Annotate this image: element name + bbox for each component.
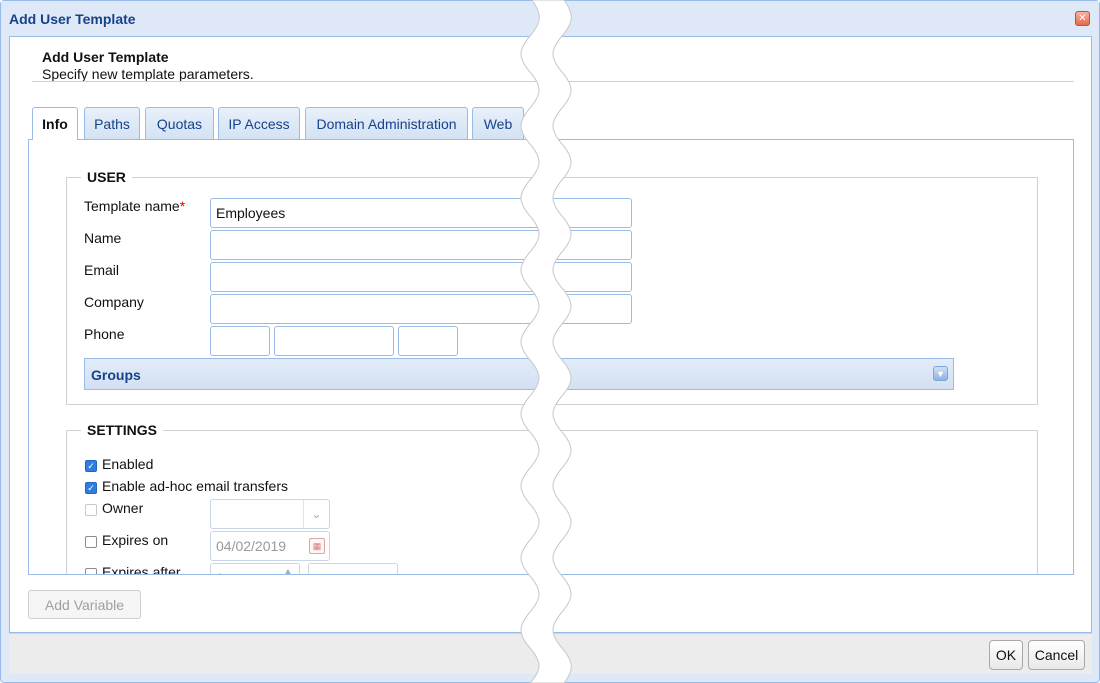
dialog-footer: OK Cancel <box>9 633 1092 674</box>
spinner-up-icon[interactable]: ▲ <box>277 564 299 574</box>
name-input[interactable] <box>210 230 632 260</box>
calendar-icon[interactable]: ▦ <box>309 538 325 554</box>
owner-checkbox[interactable] <box>85 504 97 516</box>
header-divider <box>32 81 1074 82</box>
chevron-down-icon[interactable]: ⌄ <box>303 500 329 528</box>
ok-button[interactable]: OK <box>989 640 1023 670</box>
expires-on-checkbox[interactable] <box>85 536 97 548</box>
adhoc-transfers-label: Enable ad-hoc email transfers <box>102 478 288 494</box>
template-name-label: Template name* <box>84 198 185 214</box>
adhoc-transfers-checkbox[interactable]: ✓ <box>85 482 97 494</box>
tab-ip-access[interactable]: IP Access <box>218 107 300 139</box>
check-icon: ✓ <box>87 460 95 471</box>
chevron-down-icon[interactable]: ▼ <box>933 366 948 381</box>
expires-on-value: 04/02/2019 <box>216 538 287 554</box>
page-subtitle: Specify new template parameters. <box>42 66 254 82</box>
groups-label: Groups <box>91 367 141 383</box>
enabled-label: Enabled <box>102 456 154 472</box>
required-marker: * <box>179 198 186 214</box>
tab-web[interactable]: Web <box>472 107 524 139</box>
close-icon: ✕ <box>1078 12 1087 24</box>
tab-content-info: USER Template name* Employees Name Email… <box>28 139 1074 575</box>
email-input[interactable] <box>210 262 632 292</box>
expires-on-label: Expires on <box>102 532 169 548</box>
expires-after-value: 1 <box>216 570 224 574</box>
name-label: Name <box>84 230 122 246</box>
settings-legend: SETTINGS <box>81 422 164 438</box>
check-icon: ✓ <box>87 482 95 493</box>
groups-panel-header[interactable]: Groups ▼ <box>84 358 954 390</box>
dialog-body: Add User Template Specify new template p… <box>9 36 1092 633</box>
tab-paths[interactable]: Paths <box>84 107 140 139</box>
tab-info[interactable]: Info <box>32 107 78 140</box>
expires-after-checkbox[interactable] <box>85 568 97 574</box>
expires-after-label: Expires after <box>102 564 181 575</box>
tab-quotas[interactable]: Quotas <box>145 107 214 139</box>
owner-label: Owner <box>102 500 144 516</box>
cancel-button[interactable]: Cancel <box>1028 640 1085 670</box>
template-name-input[interactable]: Employees <box>210 198 632 228</box>
phone-label: Phone <box>84 326 125 342</box>
template-name-label-text: Template name <box>84 198 180 214</box>
phone-country-code-input[interactable] <box>210 326 270 356</box>
company-label: Company <box>84 294 144 310</box>
template-name-value: Employees <box>216 205 286 221</box>
enabled-checkbox[interactable]: ✓ <box>85 460 97 472</box>
company-input[interactable] <box>210 294 632 324</box>
expires-after-number-input[interactable]: 1 ▲ <box>210 563 300 574</box>
add-variable-button[interactable]: Add Variable <box>28 590 141 619</box>
tab-domain-administration[interactable]: Domain Administration <box>305 107 468 139</box>
page-title: Add User Template <box>42 49 169 65</box>
title-bar: Add User Template ✕ <box>1 1 1099 35</box>
phone-extension-input[interactable] <box>398 326 458 356</box>
email-label: Email <box>84 262 120 278</box>
dialog-window: Add User Template ✕ Add User Template Sp… <box>0 0 1100 683</box>
user-legend: USER <box>81 169 132 185</box>
phone-number-input[interactable] <box>274 326 394 356</box>
close-button[interactable]: ✕ <box>1075 11 1090 26</box>
expires-after-unit-select[interactable] <box>308 563 398 574</box>
expires-on-date-input[interactable]: 04/02/2019 ▦ <box>210 531 330 561</box>
owner-select[interactable]: ⌄ <box>210 499 330 529</box>
window-title: Add User Template <box>9 11 136 27</box>
